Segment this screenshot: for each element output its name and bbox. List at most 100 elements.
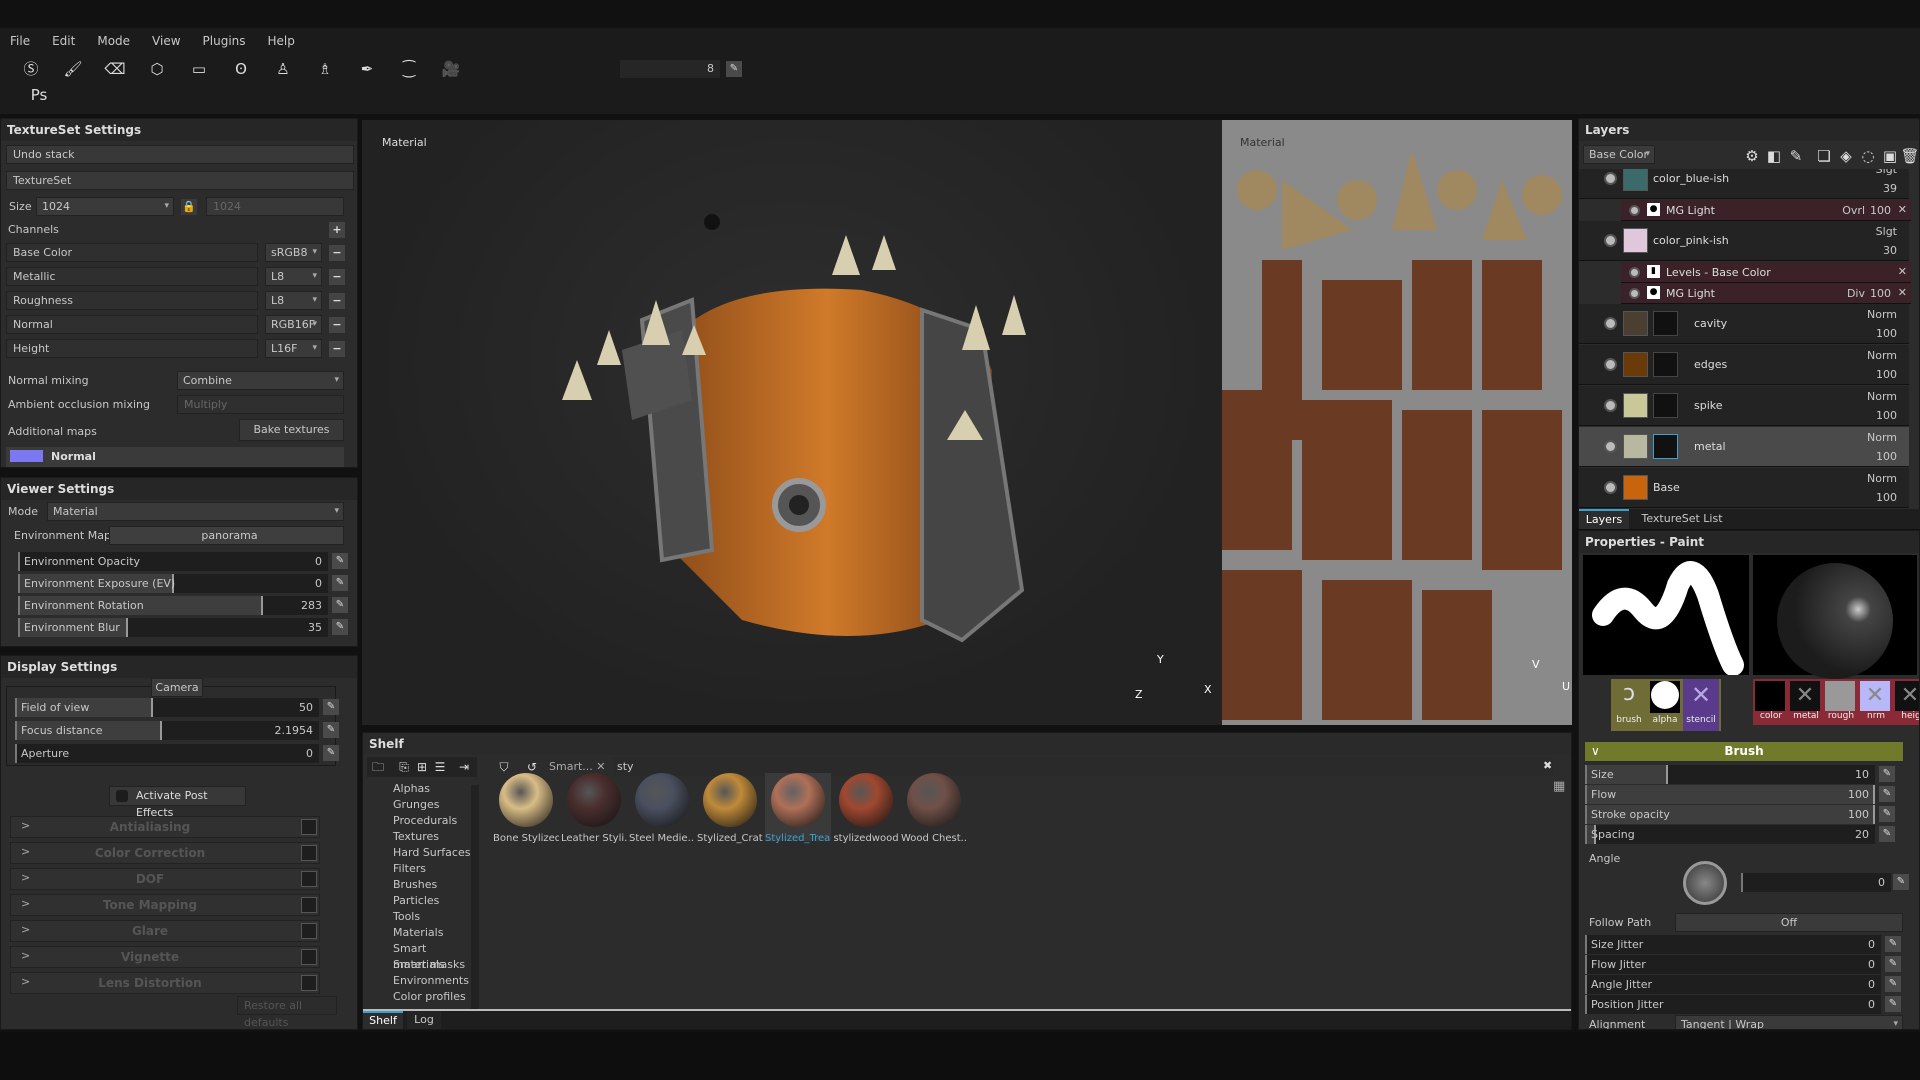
filter-tag[interactable]: Smart... ✕ <box>549 760 605 773</box>
layer-mask-thumbnail[interactable] <box>1653 311 1678 336</box>
remove-channel-button[interactable]: − <box>329 317 345 333</box>
layer-mask-thumbnail[interactable] <box>1653 434 1678 459</box>
channel-format-select[interactable]: L16F <box>265 339 322 358</box>
projection-icon[interactable]: ⬡ <box>146 58 168 80</box>
shelf-category[interactable]: Grunges <box>367 797 477 813</box>
visibility-icon[interactable] <box>1604 399 1617 412</box>
shelf-category[interactable]: Environments <box>367 973 477 989</box>
slot-heig[interactable]: ✕ heig <box>1895 681 1919 723</box>
layer-blend-mode[interactable]: Norm <box>1867 431 1897 444</box>
slider-environment-exposure-ev-[interactable]: Environment Exposure (EV) 0 <box>18 574 328 593</box>
shelf-category[interactable]: Brushes <box>367 877 477 893</box>
viewport-2d[interactable]: Material V U <box>1222 120 1572 725</box>
environment-map-button[interactable]: panorama <box>109 526 344 545</box>
layer-effect-row[interactable]: ▮ Levels - Base Color ✕ <box>1621 262 1911 283</box>
layer-blend-mode[interactable]: Norm <box>1867 390 1897 403</box>
additional-map-normal[interactable]: Normal <box>6 447 344 467</box>
pen-pressure-icon[interactable]: ✎ <box>332 553 348 569</box>
menu-edit[interactable]: Edit <box>52 34 75 48</box>
channel-format-select[interactable]: RGB16F <box>265 315 322 334</box>
pen-pressure-icon[interactable]: ✎ <box>1885 976 1901 992</box>
visibility-icon[interactable] <box>1604 440 1617 453</box>
enable-checkbox[interactable] <box>301 819 317 835</box>
channel-format-select[interactable]: sRGB8 <box>265 243 322 262</box>
tab-layers[interactable]: Layers <box>1579 509 1629 529</box>
layer-mask-thumbnail[interactable] <box>1653 393 1678 418</box>
visibility-icon[interactable] <box>1604 317 1617 330</box>
layer-effect-row[interactable]: ● MG Light Ovrl 100 ✕ <box>1621 200 1911 221</box>
tab-shelf[interactable]: Shelf <box>363 1011 403 1029</box>
shelf-material-item[interactable]: Stylized_Crate <box>697 773 763 844</box>
texture-set-button[interactable]: TextureSet <box>6 171 354 190</box>
shelf-category[interactable]: Textures <box>367 829 477 845</box>
slider-flow-jitter[interactable]: Flow Jitter 0 <box>1585 955 1881 974</box>
enable-checkbox[interactable] <box>301 845 317 861</box>
shelf-material-item[interactable]: stylizedwood <box>833 773 899 844</box>
pen-pressure-icon[interactable]: ✎ <box>1885 936 1901 952</box>
size-select[interactable]: 1024 <box>36 197 174 216</box>
slider-focus-distance[interactable]: Focus distance 2.1954 <box>15 721 319 740</box>
pen-pressure-icon[interactable]: ✎ <box>1879 826 1895 842</box>
slot-color[interactable]: color <box>1755 681 1787 723</box>
pen-pressure-icon[interactable]: ✎ <box>1879 786 1895 802</box>
angle-slider[interactable]: 0 <box>1741 873 1891 892</box>
visibility-icon[interactable] <box>1604 234 1617 247</box>
pen-pressure-icon[interactable]: ✎ <box>332 597 348 613</box>
post-effect-dof[interactable]: > DOF <box>10 868 320 890</box>
layer-opacity[interactable]: 100 <box>1876 327 1897 340</box>
pen-pressure-icon[interactable]: ✎ <box>1879 806 1895 822</box>
shelf-category[interactable]: Smart materials <box>367 941 477 971</box>
menu-file[interactable]: File <box>10 34 30 48</box>
slider-spacing[interactable]: Spacing 20 <box>1585 825 1875 844</box>
menu-view[interactable]: View <box>152 34 180 48</box>
substance-logo-icon[interactable]: Ⓢ <box>20 58 42 80</box>
visibility-icon[interactable] <box>1604 481 1617 494</box>
remove-effect-icon[interactable]: ✕ <box>1898 265 1907 278</box>
add-layer-icon[interactable]: ❏ <box>1813 145 1835 167</box>
remove-effect-icon[interactable]: ✕ <box>1898 203 1907 216</box>
slider-aperture[interactable]: Aperture 0 <box>15 744 319 763</box>
channel-format-select[interactable]: L8 <box>265 267 322 286</box>
add-smart-mask-icon[interactable]: ◌ <box>1857 145 1879 167</box>
layer-opacity[interactable]: 100 <box>1876 450 1897 463</box>
follow-path-toggle[interactable]: Off <box>1675 913 1903 932</box>
clone-stamp-icon[interactable]: ♙ <box>272 58 294 80</box>
shelf-material-item[interactable]: Stylized_Trea... <box>765 773 831 844</box>
undo-stack-button[interactable]: Undo stack <box>6 145 354 164</box>
shelf-category[interactable]: Color profiles <box>367 989 477 1005</box>
layer-blend-mode[interactable]: Norm <box>1867 472 1897 485</box>
slot-alpha[interactable]: alpha <box>1647 679 1683 731</box>
paint-brush-icon[interactable]: 🖌 <box>62 58 84 80</box>
channel-select[interactable]: Base Color <box>1583 145 1655 164</box>
visibility-icon[interactable] <box>1604 172 1617 185</box>
pen-pressure-icon[interactable]: ✎ <box>323 722 339 738</box>
enable-checkbox[interactable] <box>301 923 317 939</box>
slider-stroke-opacity[interactable]: Stroke opacity 100 <box>1585 805 1875 824</box>
visibility-icon[interactable] <box>1629 205 1640 216</box>
post-effect-lens-distortion[interactable]: > Lens Distortion <box>10 972 320 994</box>
slot-stencil[interactable]: ✕ stencil <box>1683 679 1719 731</box>
photoshop-export-icon[interactable]: Ps <box>28 84 50 106</box>
enable-checkbox[interactable] <box>301 871 317 887</box>
layer-row-metal[interactable]: metal Norm 100 <box>1579 427 1909 467</box>
shelf-category[interactable]: Procedurals <box>367 813 477 829</box>
effect-blend-mode[interactable]: Ovrl <box>1842 204 1865 217</box>
shelf-material-item[interactable]: Wood Chest... <box>901 773 967 844</box>
shelf-category[interactable]: Smart masks <box>367 957 477 973</box>
slider-flow[interactable]: Flow 100 <box>1585 785 1875 804</box>
post-effect-antialiasing[interactable]: > Antialiasing <box>10 816 320 838</box>
brush-section-header[interactable]: ∨ Brush <box>1585 742 1903 761</box>
layer-opacity[interactable]: 100 <box>1876 409 1897 422</box>
slider-environment-rotation[interactable]: Environment Rotation 283 <box>18 596 328 615</box>
slot-nrm[interactable]: ✕ nrm <box>1860 681 1892 723</box>
shelf-material-item[interactable]: Steel Medie... <box>629 773 695 844</box>
remove-effect-icon[interactable]: ✕ <box>1898 286 1907 299</box>
add-folder-icon[interactable]: ▣ <box>1879 145 1901 167</box>
slot-metal[interactable]: ✕ metal <box>1790 681 1822 723</box>
layer-row-spike[interactable]: spike Norm 100 <box>1579 386 1909 426</box>
alignment-select[interactable]: Tangent | Wrap <box>1675 1015 1903 1029</box>
lock-icon[interactable]: 🔒 <box>181 199 197 215</box>
pen-pressure-icon[interactable]: ✎ <box>726 61 742 77</box>
polygon-fill-icon[interactable]: ▭ <box>188 58 210 80</box>
smudge-icon[interactable]: ʘ <box>230 58 252 80</box>
